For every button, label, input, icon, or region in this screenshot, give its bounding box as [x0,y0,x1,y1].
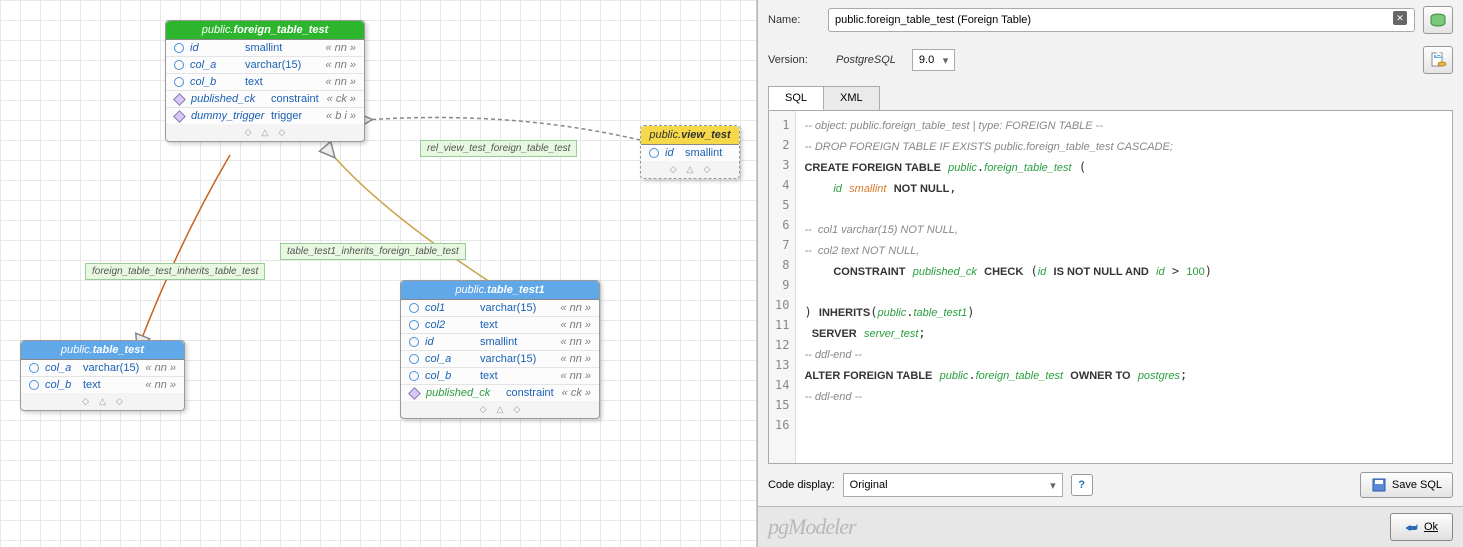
version-engine: PostgreSQL [828,52,904,68]
save-icon [1371,477,1387,493]
constraint-row[interactable]: dummy_triggertrigger« b i » [166,108,364,124]
code-display-label: Code display: [768,479,835,491]
svg-text:SQL: SQL [1435,51,1447,60]
column-row[interactable]: col_btext« nn » [166,74,364,91]
name-label: Name: [768,14,820,26]
code-display-select[interactable]: Original [843,473,1063,497]
tab-xml[interactable]: XML [823,86,880,110]
entity-table-test[interactable]: public.table_test col_avarchar(15)« nn »… [20,340,185,411]
help-button[interactable]: ? [1071,474,1093,496]
arrow-icon: ⮨ [1405,519,1418,536]
version-label: Version: [768,54,820,66]
column-row[interactable]: idsmallint« nn » [166,40,364,57]
entity-footer: ◇△◇ [166,124,364,141]
clear-icon[interactable]: ✕ [1393,11,1407,25]
column-row[interactable]: col_avarchar(15)« nn » [166,57,364,74]
name-input[interactable] [828,8,1415,32]
sql-file-button[interactable]: SQL [1423,46,1453,74]
properties-panel: Name: ✕ Version: PostgreSQL 9.0 SQL SQL … [757,0,1463,547]
column-row[interactable]: idsmallint« nn » [401,334,599,351]
column-row[interactable]: col2text« nn » [401,317,599,334]
entity-footer: ◇△◇ [21,393,184,410]
entity-header[interactable]: public.view_test [641,126,739,145]
column-row[interactable]: col1varchar(15)« nn » [401,300,599,317]
column-row[interactable]: col_avarchar(15)« nn » [401,351,599,368]
entity-header[interactable]: public.table_test1 [401,281,599,300]
entity-footer: ◇△◇ [401,401,599,418]
column-row[interactable]: col_btext« nn » [21,377,184,393]
constraint-row[interactable]: published_ckconstraint« ck » [401,385,599,401]
relationship-label[interactable]: rel_view_test_foreign_table_test [420,140,577,157]
ok-button[interactable]: ⮨Ok [1390,513,1453,541]
constraint-row[interactable]: published_ckconstraint« ck » [166,91,364,108]
entity-foreign-table-test[interactable]: public.foreign_table_test idsmallint« nn… [165,20,365,142]
entity-header[interactable]: public.foreign_table_test [166,21,364,40]
column-row[interactable]: col_avarchar(15)« nn » [21,360,184,377]
relationship-label[interactable]: foreign_table_test_inherits_table_test [85,263,265,280]
entity-footer: ◇△◇ [641,161,739,178]
column-row[interactable]: idsmallint [641,145,739,161]
save-sql-button[interactable]: Save SQL [1360,472,1453,498]
tab-sql[interactable]: SQL [768,86,824,110]
entity-view-test[interactable]: public.view_test idsmallint ◇△◇ [640,125,740,179]
column-row[interactable]: col_btext« nn » [401,368,599,385]
code-editor[interactable]: 12345678910111213141516 -- object: publi… [768,110,1453,464]
diagram-canvas[interactable]: public.foreign_table_test idsmallint« nn… [0,0,757,547]
entity-header[interactable]: public.table_test [21,341,184,360]
relationship-label[interactable]: table_test1_inherits_foreign_table_test [280,243,466,260]
object-type-button[interactable] [1423,6,1453,34]
code-content[interactable]: -- object: public.foreign_table_test | t… [796,111,1452,463]
app-logo: pgModeler [768,514,856,540]
version-select[interactable]: 9.0 [912,49,955,71]
line-gutter: 12345678910111213141516 [769,111,796,463]
entity-table-test1[interactable]: public.table_test1 col1varchar(15)« nn »… [400,280,600,419]
